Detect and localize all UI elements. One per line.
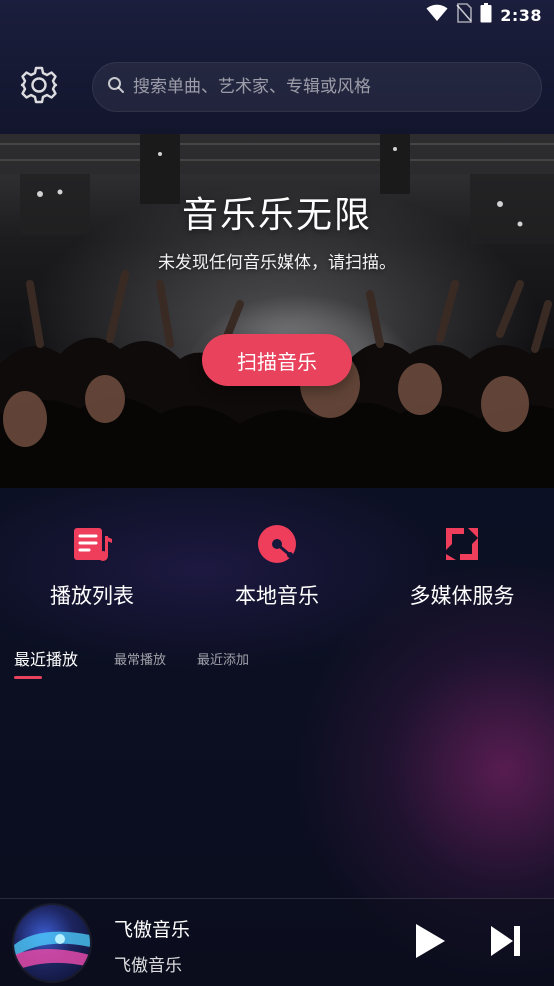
status-icons: 2:38 [426, 3, 542, 27]
feature-media-service[interactable]: 多媒体服务 [372, 522, 552, 610]
feature-playlist[interactable]: 播放列表 [2, 522, 182, 610]
tab-recently-added[interactable]: 最近添加 [197, 649, 249, 668]
playlist-icon [70, 522, 114, 566]
wifi-icon [426, 4, 448, 26]
status-time: 2:38 [500, 5, 542, 25]
app-root: 2:38 搜索单曲、艺术家、专辑或风格 音乐乐无限 未发现任何音乐媒体，请扫描。… [0, 0, 554, 986]
hero-banner: 音乐乐无限 未发现任何音乐媒体，请扫描。 扫描音乐 [0, 134, 554, 488]
media-service-icon [440, 522, 484, 566]
search-bar[interactable] [92, 62, 542, 112]
disc-icon [255, 522, 299, 566]
banner-subtitle: 未发现任何音乐媒体，请扫描。 [158, 253, 396, 273]
track-artist: 飞傲音乐 [114, 956, 182, 976]
scan-music-button[interactable]: 扫描音乐 [202, 334, 352, 386]
feature-label: 本地音乐 [235, 584, 319, 608]
feature-shortcuts: 播放列表 本地音乐 多媒体服务 [0, 522, 554, 622]
status-bar: 2:38 [0, 0, 554, 30]
feature-label: 多媒体服务 [409, 584, 515, 608]
feature-label: 播放列表 [50, 584, 134, 608]
feature-local-music[interactable]: 本地音乐 [187, 522, 367, 610]
settings-button[interactable] [18, 66, 60, 108]
tab-recently-played[interactable]: 最近播放 [14, 646, 78, 670]
mini-player[interactable]: 飞傲音乐 飞傲音乐 [0, 898, 554, 986]
track-title: 飞傲音乐 [114, 919, 191, 941]
album-art[interactable] [14, 905, 90, 981]
tab-most-played[interactable]: 最常播放 [114, 649, 166, 668]
play-icon [413, 922, 447, 964]
no-sim-icon [456, 3, 473, 27]
play-button[interactable] [410, 923, 450, 963]
header [0, 60, 554, 116]
search-icon [107, 76, 125, 98]
gear-icon [19, 65, 59, 109]
search-input[interactable] [133, 77, 513, 97]
active-tab-indicator [14, 676, 42, 679]
banner-title: 音乐乐无限 [181, 195, 372, 236]
next-track-button[interactable] [486, 923, 526, 963]
battery-icon [480, 3, 492, 27]
skip-next-icon [489, 924, 523, 962]
